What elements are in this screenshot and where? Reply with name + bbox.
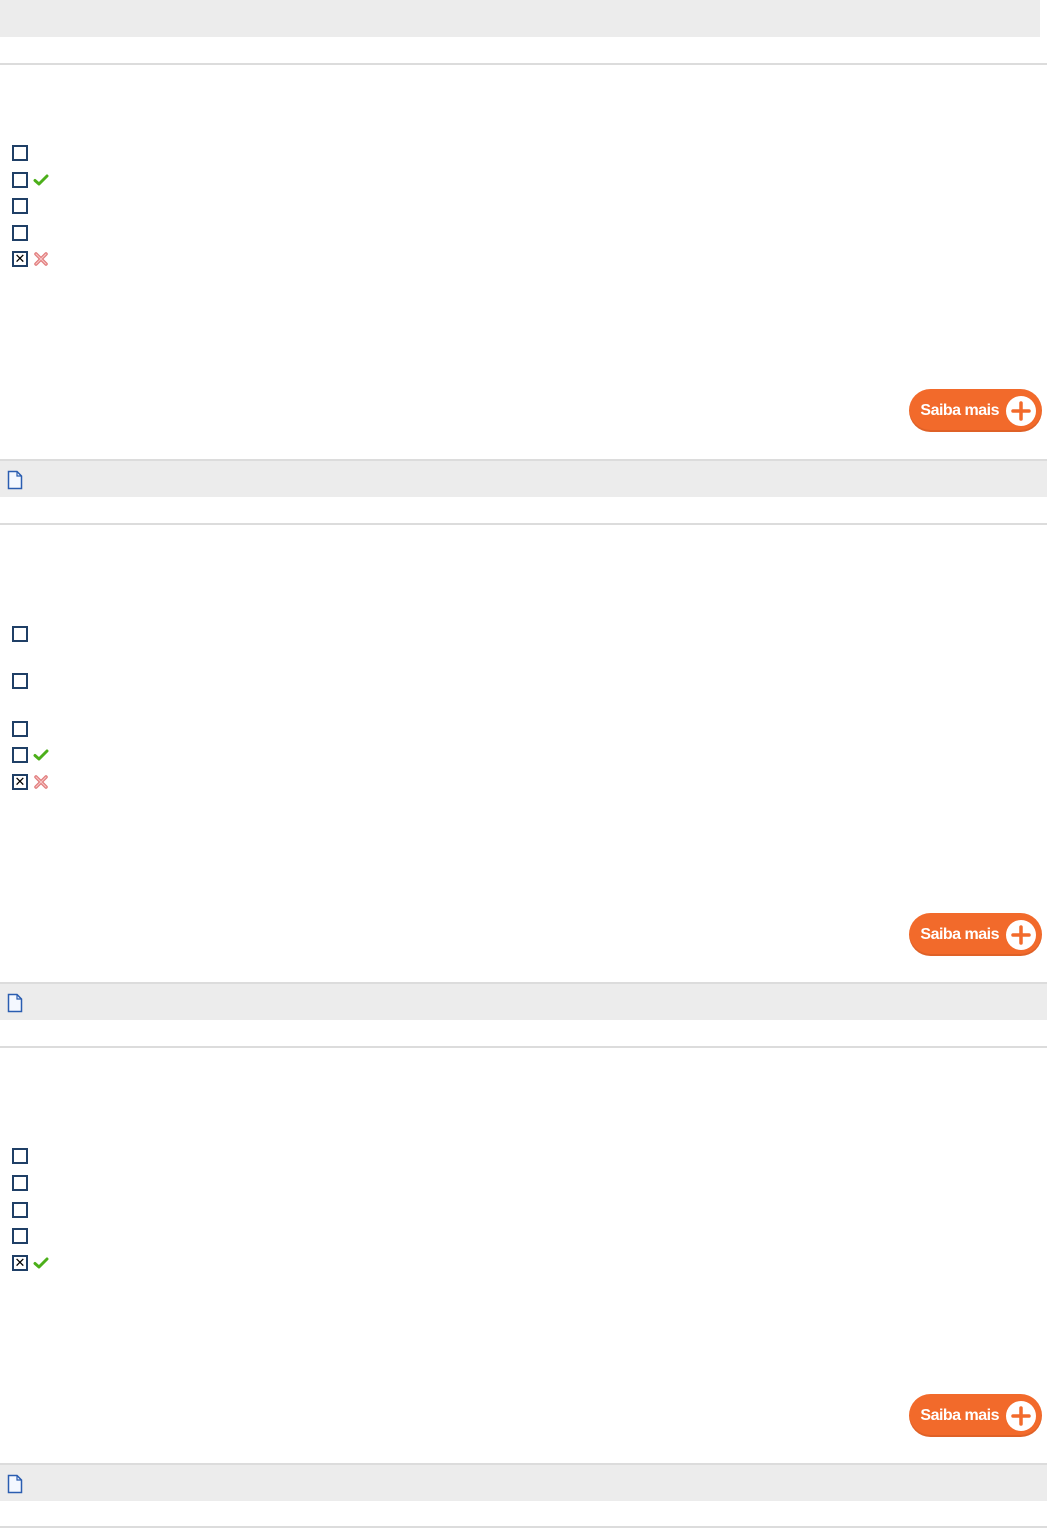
divider: [0, 63, 1047, 65]
option-row: [12, 719, 28, 739]
option-checkbox[interactable]: [12, 145, 28, 161]
check-icon: [33, 1257, 49, 1269]
option-row: [12, 143, 28, 163]
document-icon[interactable]: [7, 470, 23, 490]
check-icon: [33, 174, 49, 186]
saiba-mais-button[interactable]: Saiba mais: [909, 389, 1042, 432]
option-checkbox[interactable]: [12, 721, 28, 737]
option-checkbox[interactable]: [12, 1202, 28, 1218]
document-icon[interactable]: [7, 1474, 23, 1494]
option-checkbox[interactable]: [12, 673, 28, 689]
option-checkbox[interactable]: [12, 1148, 28, 1164]
option-row: ✕: [12, 1253, 49, 1273]
check-icon: [33, 749, 49, 761]
saiba-mais-label: Saiba mais: [920, 1406, 999, 1424]
plus-circle-icon: [1006, 919, 1036, 950]
option-row: [12, 1200, 28, 1220]
plus-circle-icon: [1006, 395, 1036, 426]
option-row: [12, 223, 28, 243]
option-checkbox-checked[interactable]: ✕: [12, 774, 28, 790]
option-checkbox[interactable]: [12, 1228, 28, 1244]
option-row: [12, 745, 49, 765]
footer-bar: [0, 459, 1047, 497]
plus-circle-icon: [1006, 1400, 1036, 1431]
option-row: [12, 196, 28, 216]
footer-bar: [0, 1463, 1047, 1501]
option-checkbox-checked[interactable]: ✕: [12, 1255, 28, 1271]
option-row: ✕: [12, 249, 49, 269]
option-checkbox[interactable]: [12, 747, 28, 763]
saiba-mais-label: Saiba mais: [920, 925, 999, 943]
cross-icon: [34, 252, 48, 266]
option-row: [12, 1226, 28, 1246]
option-row: [12, 170, 49, 190]
cross-icon: [34, 775, 48, 789]
divider: [0, 1046, 1047, 1048]
option-checkbox[interactable]: [12, 626, 28, 642]
saiba-mais-label: Saiba mais: [920, 401, 999, 419]
saiba-mais-button[interactable]: Saiba mais: [909, 913, 1042, 956]
option-checkbox[interactable]: [12, 198, 28, 214]
option-checkbox[interactable]: [12, 172, 28, 188]
footer-bar: [0, 982, 1047, 1020]
document-icon[interactable]: [7, 993, 23, 1013]
option-row: ✕: [12, 772, 49, 792]
top-bar: [0, 0, 1040, 37]
option-row: [12, 624, 28, 644]
divider: [0, 1526, 1047, 1528]
option-row: [12, 1173, 28, 1193]
option-checkbox[interactable]: [12, 1175, 28, 1191]
option-row: [12, 671, 28, 691]
option-checkbox[interactable]: [12, 225, 28, 241]
divider: [0, 523, 1047, 525]
saiba-mais-button[interactable]: Saiba mais: [909, 1394, 1042, 1437]
option-checkbox-checked[interactable]: ✕: [12, 251, 28, 267]
option-row: [12, 1146, 28, 1166]
